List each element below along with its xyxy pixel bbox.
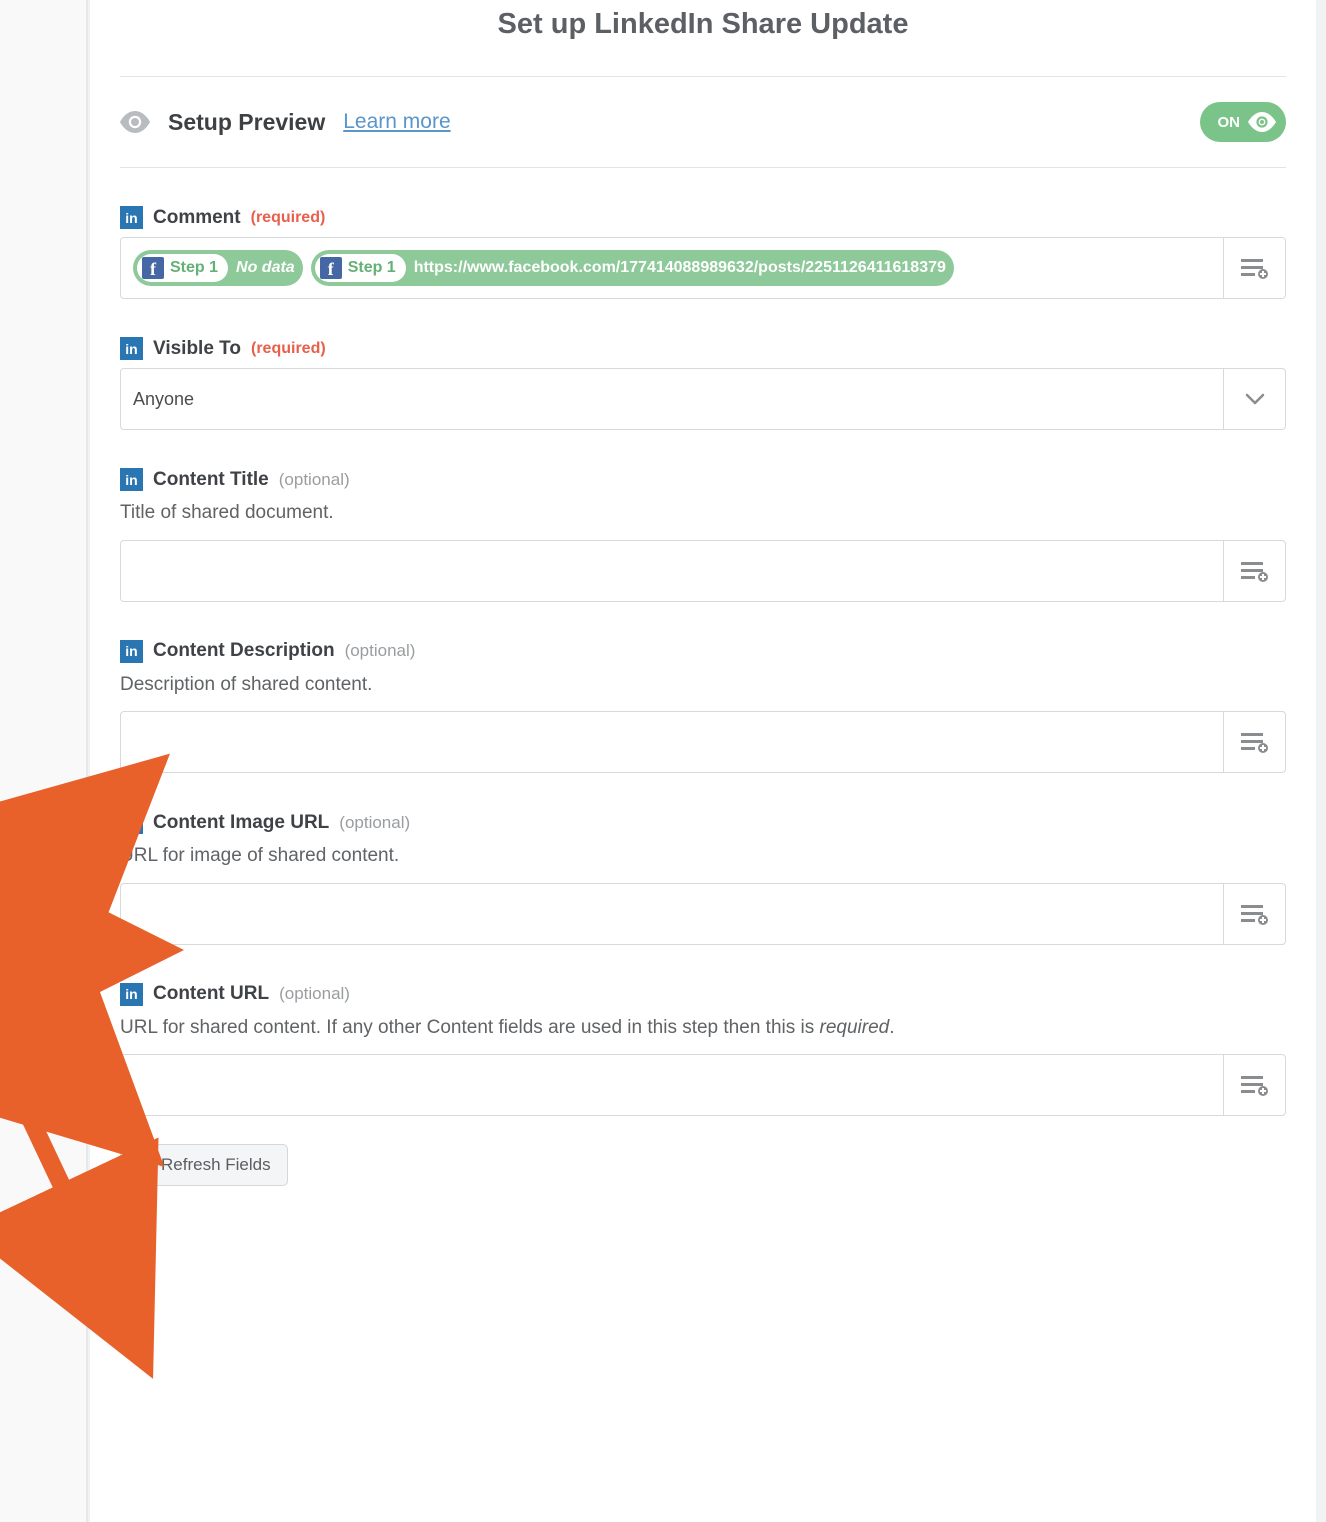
content-image-url-input[interactable] xyxy=(120,883,1286,945)
linkedin-icon: in xyxy=(120,983,143,1006)
field-label: Content Description xyxy=(153,640,335,662)
optional-tag: (optional) xyxy=(279,470,350,490)
linkedin-icon: in xyxy=(120,468,143,491)
pill-value: No data xyxy=(236,259,295,277)
required-tag: (required) xyxy=(251,209,326,227)
visible-to-select[interactable]: Anyone xyxy=(120,368,1286,430)
linkedin-icon: in xyxy=(120,640,143,663)
facebook-icon: f xyxy=(142,257,164,279)
left-rail xyxy=(0,0,88,1522)
required-tag: (required) xyxy=(251,340,326,358)
page-title: Set up LinkedIn Share Update xyxy=(120,0,1286,76)
field-content-url: in Content URL (optional) URL for shared… xyxy=(120,983,1286,1117)
field-visible-to: in Visible To (required) Anyone xyxy=(120,337,1286,430)
field-content-title: in Content Title (optional) Title of sha… xyxy=(120,468,1286,602)
insert-data-button[interactable] xyxy=(1223,712,1285,772)
eye-icon xyxy=(120,111,150,133)
field-content-image-url: in Content Image URL (optional) URL for … xyxy=(120,811,1286,945)
field-label: Content Title xyxy=(153,469,269,491)
insert-data-button[interactable] xyxy=(1223,238,1285,298)
field-content-description: in Content Description (optional) Descri… xyxy=(120,640,1286,774)
comment-input[interactable]: f Step 1 No data f Step 1 https://www.fa… xyxy=(120,237,1286,299)
dropdown-button[interactable] xyxy=(1223,369,1285,429)
setup-preview-row: Setup Preview Learn more ON xyxy=(120,77,1286,167)
select-value: Anyone xyxy=(133,389,194,410)
field-label: Content URL xyxy=(153,983,269,1005)
refresh-fields-button[interactable]: Refresh Fields xyxy=(120,1144,288,1186)
refresh-icon xyxy=(137,1157,153,1173)
linkedin-icon: in xyxy=(120,206,143,229)
pill-step1-url[interactable]: f Step 1 https://www.facebook.com/177414… xyxy=(311,250,954,286)
field-label: Visible To xyxy=(153,338,241,360)
insert-data-button[interactable] xyxy=(1223,541,1285,601)
insert-data-button[interactable] xyxy=(1223,884,1285,944)
pill-value: https://www.facebook.com/177414088989632… xyxy=(414,259,946,277)
field-comment: in Comment (required) f Step 1 No data f… xyxy=(120,206,1286,299)
content-title-input[interactable] xyxy=(120,540,1286,602)
field-label: Comment xyxy=(153,207,241,229)
setup-preview-title: Setup Preview xyxy=(168,109,325,136)
preview-toggle[interactable]: ON xyxy=(1200,102,1287,142)
toggle-eye-icon xyxy=(1248,108,1276,136)
helper-text: URL for shared content. If any other Con… xyxy=(120,1014,1286,1043)
content-description-input[interactable] xyxy=(120,711,1286,773)
pill-step-label: Step 1 xyxy=(348,259,396,277)
learn-more-link[interactable]: Learn more xyxy=(343,110,450,134)
optional-tag: (optional) xyxy=(339,813,410,833)
setup-panel: Set up LinkedIn Share Update Setup Previ… xyxy=(90,0,1316,1522)
linkedin-icon: in xyxy=(120,811,143,834)
insert-data-button[interactable] xyxy=(1223,1055,1285,1115)
helper-text: URL for image of shared content. xyxy=(120,842,1286,871)
content-url-input[interactable] xyxy=(120,1054,1286,1116)
pill-step-label: Step 1 xyxy=(170,259,218,277)
optional-tag: (optional) xyxy=(345,641,416,661)
optional-tag: (optional) xyxy=(279,984,350,1004)
divider xyxy=(120,167,1286,168)
facebook-icon: f xyxy=(320,257,342,279)
field-label: Content Image URL xyxy=(153,812,329,834)
helper-text: Title of shared document. xyxy=(120,499,1286,528)
helper-text: Description of shared content. xyxy=(120,671,1286,700)
linkedin-icon: in xyxy=(120,337,143,360)
toggle-label: ON xyxy=(1218,114,1241,131)
refresh-label: Refresh Fields xyxy=(161,1155,271,1175)
pill-step1-nodata[interactable]: f Step 1 No data xyxy=(133,250,303,286)
